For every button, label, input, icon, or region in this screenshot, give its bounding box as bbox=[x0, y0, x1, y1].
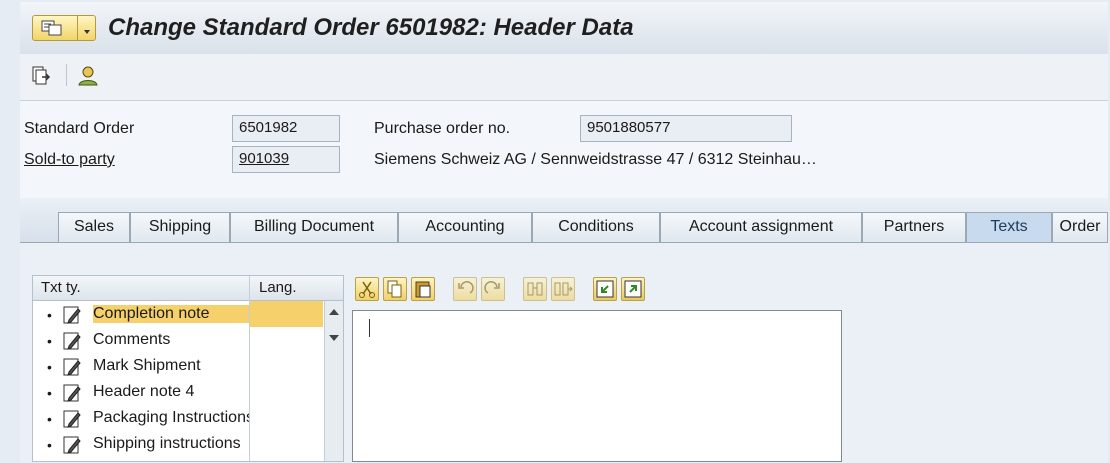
list-item[interactable]: • Comments bbox=[33, 328, 323, 354]
export-icon[interactable] bbox=[621, 277, 645, 301]
list-item[interactable]: • Completion note bbox=[33, 302, 323, 328]
list-item-label: Comments bbox=[93, 331, 171, 348]
list-item-label: Header note 4 bbox=[93, 383, 195, 400]
bullet: • bbox=[47, 333, 52, 349]
scroll-down-icon[interactable] bbox=[329, 335, 339, 341]
cut-icon[interactable] bbox=[355, 277, 379, 301]
vertical-scrollbar[interactable] bbox=[324, 301, 343, 461]
purchase-order-field[interactable]: 9501880577 bbox=[580, 115, 792, 142]
purchase-order-label: Purchase order no. bbox=[374, 120, 511, 137]
tree-header: Txt ty. Lang. bbox=[33, 276, 343, 301]
list-item[interactable]: • Header note 4 bbox=[33, 380, 323, 406]
find-next-icon[interactable] bbox=[551, 277, 575, 301]
bullet: • bbox=[47, 307, 52, 323]
header-data-area: Standard Order 6501982 Purchase order no… bbox=[20, 101, 1108, 198]
chevron-down-icon bbox=[77, 16, 96, 40]
page-title: Change Standard Order 6501982: Header Da… bbox=[108, 14, 634, 41]
note-edit-icon bbox=[63, 410, 81, 428]
sold-to-party-label[interactable]: Sold-to party bbox=[24, 151, 115, 169]
system-menu-button[interactable] bbox=[32, 15, 96, 41]
sold-to-party-field[interactable]: 901039 bbox=[232, 146, 340, 173]
list-item-label: Packaging Instructions bbox=[93, 409, 249, 426]
scroll-up-icon[interactable] bbox=[329, 309, 339, 315]
tab-accounting[interactable]: Accounting bbox=[398, 212, 532, 242]
tab-sales[interactable]: Sales bbox=[58, 212, 130, 242]
note-edit-icon bbox=[63, 358, 81, 376]
tab-partners[interactable]: Partners bbox=[862, 212, 966, 242]
tab-account-assignment[interactable]: Account assignment bbox=[660, 212, 862, 242]
list-item[interactable]: • Shipping instructions bbox=[33, 432, 323, 458]
sold-to-party-value: 901039 bbox=[239, 150, 290, 167]
import-icon[interactable] bbox=[593, 277, 617, 301]
list-item[interactable]: • Mark Shipment bbox=[33, 354, 323, 380]
tab-billing-document[interactable]: Billing Document bbox=[230, 212, 398, 242]
note-edit-icon bbox=[63, 306, 81, 324]
bullet: • bbox=[47, 437, 52, 453]
display-document-flow-icon[interactable] bbox=[30, 64, 54, 88]
bullet: • bbox=[47, 411, 52, 427]
column-header-txt-type[interactable]: Txt ty. bbox=[41, 279, 81, 296]
text-type-tree: Txt ty. Lang. • Completion note • Commen… bbox=[32, 275, 344, 462]
toolbar-separator bbox=[66, 64, 67, 86]
sold-to-party-description: Siemens Schweiz AG / Sennweidstrasse 47 … bbox=[374, 151, 817, 168]
list-item-label: Shipping instructions bbox=[93, 435, 241, 452]
title-bar: Change Standard Order 6501982: Header Da… bbox=[20, 2, 1108, 54]
application-toolbar bbox=[20, 54, 1108, 101]
tab-strip: Sales Shipping Billing Document Accounti… bbox=[20, 198, 1108, 242]
undo-icon[interactable] bbox=[453, 277, 477, 301]
list-item[interactable]: • Packaging Instructions bbox=[33, 406, 323, 432]
text-cursor bbox=[369, 319, 370, 337]
tab-texts[interactable]: Texts bbox=[966, 212, 1052, 242]
tab-shipping[interactable]: Shipping bbox=[130, 212, 230, 242]
note-edit-icon bbox=[63, 436, 81, 454]
tab-conditions[interactable]: Conditions bbox=[532, 212, 660, 242]
text-editor[interactable] bbox=[352, 310, 842, 462]
standard-order-field[interactable]: 6501982 bbox=[232, 115, 340, 142]
bullet: • bbox=[47, 385, 52, 401]
bullet: • bbox=[47, 359, 52, 375]
person-icon[interactable] bbox=[76, 64, 100, 88]
copy-icon[interactable] bbox=[383, 277, 407, 301]
system-menu-icon bbox=[41, 20, 62, 36]
paste-icon[interactable] bbox=[411, 277, 435, 301]
standard-order-label: Standard Order bbox=[24, 120, 135, 137]
note-edit-icon bbox=[63, 384, 81, 402]
list-item-label: Completion note bbox=[93, 305, 249, 323]
redo-icon[interactable] bbox=[481, 277, 505, 301]
tab-order[interactable]: Order bbox=[1052, 212, 1108, 242]
column-header-lang[interactable]: Lang. bbox=[259, 279, 297, 296]
editor-toolbar bbox=[355, 277, 685, 303]
note-edit-icon bbox=[63, 332, 81, 350]
list-item-label: Mark Shipment bbox=[93, 357, 201, 374]
find-icon[interactable] bbox=[523, 277, 547, 301]
